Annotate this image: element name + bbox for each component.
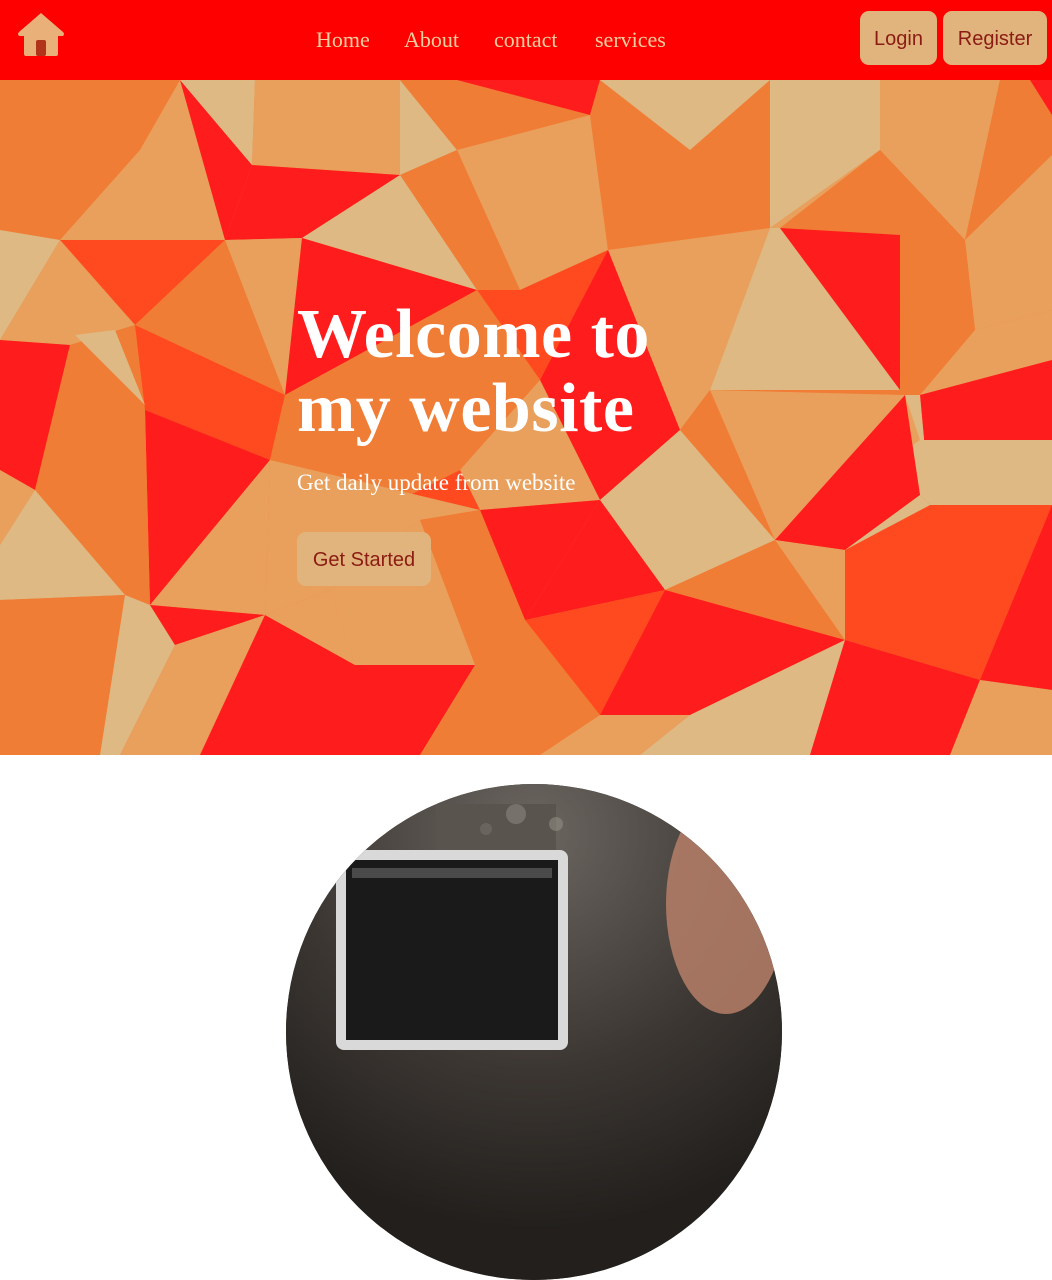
hero-title: Welcome to my website — [297, 298, 717, 446]
circular-laptop-photo — [286, 784, 782, 1280]
nav-link-home[interactable]: Home — [316, 27, 370, 53]
hero-section: Welcome to my website Get daily update f… — [0, 80, 1052, 755]
login-button[interactable]: Login — [860, 11, 937, 65]
laptop-photo-image — [286, 784, 782, 1280]
hero-subtitle: Get daily update from website — [297, 470, 576, 495]
register-button[interactable]: Register — [943, 11, 1047, 65]
nav-link-services[interactable]: services — [595, 27, 666, 53]
hero-title-line-2: my website — [297, 370, 635, 447]
hero-title-line-1: Welcome to — [297, 296, 650, 373]
get-started-button[interactable]: Get Started — [297, 532, 431, 586]
nav-link-about[interactable]: About — [404, 27, 459, 53]
navbar: Home About contact services Login Regist… — [0, 0, 1052, 80]
nav-link-contact[interactable]: contact — [494, 27, 558, 53]
